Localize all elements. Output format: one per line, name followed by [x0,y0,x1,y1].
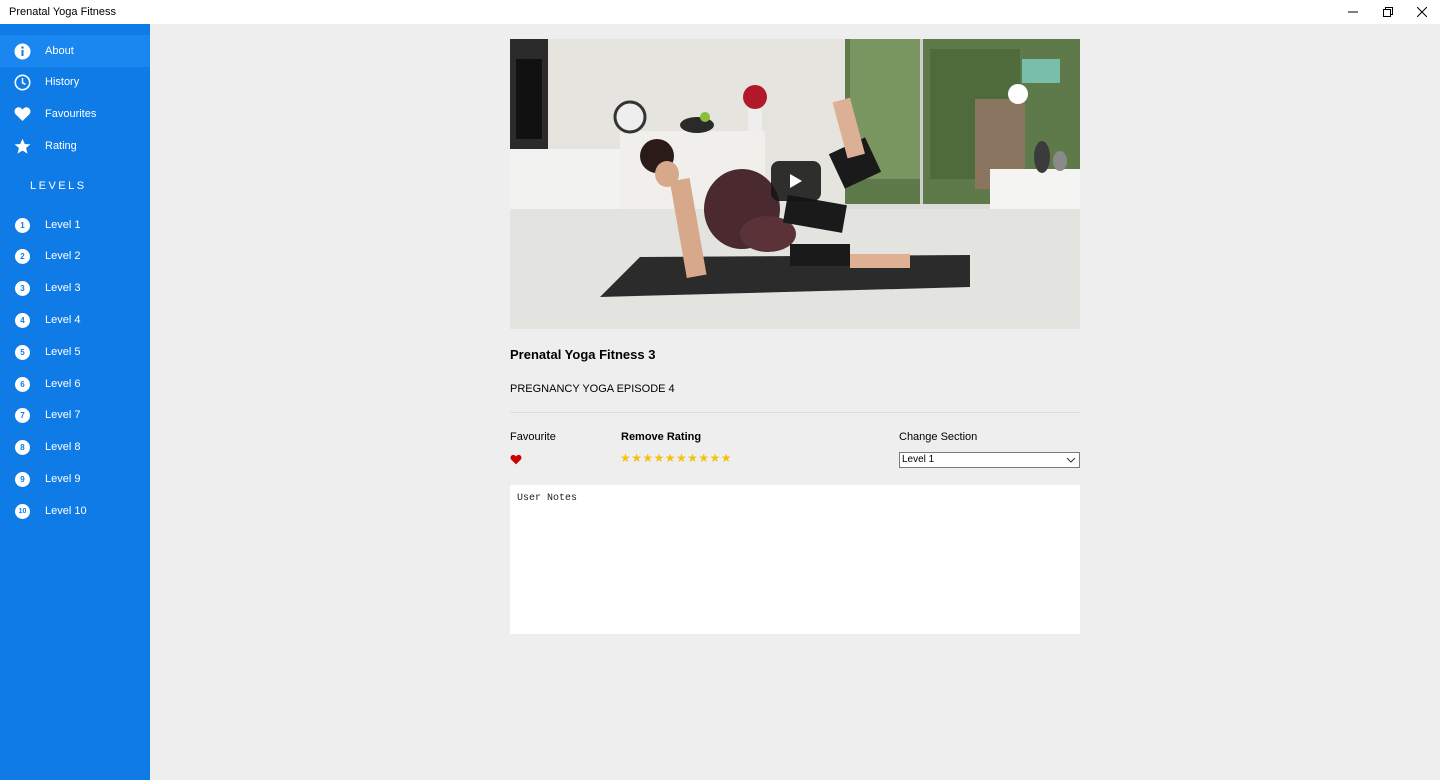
play-icon [790,174,802,188]
sidebar-item-label: Level 9 [45,473,81,485]
sidebar-item-level-9[interactable]: 9 Level 9 [0,463,150,495]
rating-stars[interactable]: ★ ★ ★ ★ ★ ★ ★ ★ ★ ★ [620,451,732,465]
sidebar-item-label: Level 3 [45,282,81,294]
sidebar-item-level-6[interactable]: 6 Level 6 [0,368,150,400]
sidebar-item-about[interactable]: About [0,35,150,67]
remove-rating-button[interactable]: Remove Rating [621,431,701,443]
sidebar-item-level-7[interactable]: 7 Level 7 [0,399,150,431]
divider [510,412,1080,413]
sidebar-item-label: Level 1 [45,219,81,231]
sidebar-item-label: Level 7 [45,409,81,421]
sidebar-item-label: Level 8 [45,441,81,453]
star-icon[interactable]: ★ [698,451,709,465]
number-4-icon: 4 [14,312,31,329]
number-9-icon: 9 [14,471,31,488]
sidebar-item-label: Favourites [45,108,97,120]
star-icon[interactable]: ★ [620,451,631,465]
sidebar-item-rating[interactable]: Rating [0,130,150,162]
number-3-icon: 3 [14,280,31,297]
heart-icon [14,106,31,123]
heart-icon [510,454,522,465]
sidebar-item-level-4[interactable]: 4 Level 4 [0,304,150,336]
star-icon[interactable]: ★ [631,451,642,465]
star-icon[interactable]: ★ [676,451,687,465]
sidebar-item-label: Level 2 [45,250,81,262]
sidebar-item-label: History [45,76,80,88]
section-select-value: Level 1 [902,454,935,465]
star-icon[interactable]: ★ [665,451,676,465]
sidebar-item-history[interactable]: History [0,66,150,98]
window-title: Prenatal Yoga Fitness [9,6,117,18]
info-icon [14,43,31,60]
number-1-icon: 1 [14,217,31,234]
sidebar-item-level-2[interactable]: 2 Level 2 [0,240,150,272]
favourite-button[interactable] [510,452,522,465]
star-icon [14,138,31,155]
number-8-icon: 8 [14,439,31,456]
sidebar-item-label: Level 4 [45,314,81,326]
number-2-icon: 2 [14,248,31,265]
star-icon[interactable]: ★ [710,451,721,465]
close-icon [1417,7,1427,17]
number-7-icon: 7 [14,407,31,424]
sidebar-item-level-5[interactable]: 5 Level 5 [0,336,150,368]
sidebar-item-level-8[interactable]: 8 Level 8 [0,431,150,463]
star-icon[interactable]: ★ [721,451,732,465]
star-icon[interactable]: ★ [687,451,698,465]
sidebar-item-label: Rating [45,140,77,152]
number-6-icon: 6 [14,376,31,393]
clock-icon [14,74,31,91]
sidebar: About History Favourites Rating LEVELS 1… [0,24,150,780]
restore-button[interactable] [1371,0,1405,24]
section-select[interactable]: Level 1 [899,452,1080,468]
title-bar: Prenatal Yoga Fitness [0,0,1440,24]
sidebar-item-label: About [45,45,74,57]
sidebar-item-label: Level 5 [45,346,81,358]
video-player[interactable] [510,39,1080,329]
restore-icon [1383,7,1393,17]
play-button[interactable] [771,161,821,201]
sidebar-item-favourites[interactable]: Favourites [0,98,150,130]
levels-heading: LEVELS [30,180,87,192]
video-title: Prenatal Yoga Fitness 3 [510,347,656,362]
sidebar-item-label: Level 10 [45,505,87,517]
sidebar-item-label: Level 6 [45,378,81,390]
change-section-label: Change Section [899,431,978,443]
number-5-icon: 5 [14,344,31,361]
minimize-button[interactable] [1336,0,1370,24]
favourite-label: Favourite [510,431,556,443]
star-icon[interactable]: ★ [642,451,653,465]
star-icon[interactable]: ★ [654,451,665,465]
minimize-icon [1348,11,1358,13]
user-notes-input[interactable] [510,485,1080,634]
sidebar-item-level-10[interactable]: 10 Level 10 [0,495,150,527]
chevron-down-icon [1066,457,1076,463]
close-button[interactable] [1405,0,1439,24]
number-10-icon: 10 [14,503,31,520]
sidebar-item-level-1[interactable]: 1 Level 1 [0,209,150,241]
sidebar-item-level-3[interactable]: 3 Level 3 [0,272,150,304]
video-subtitle: PREGNANCY YOGA EPISODE 4 [510,383,675,395]
